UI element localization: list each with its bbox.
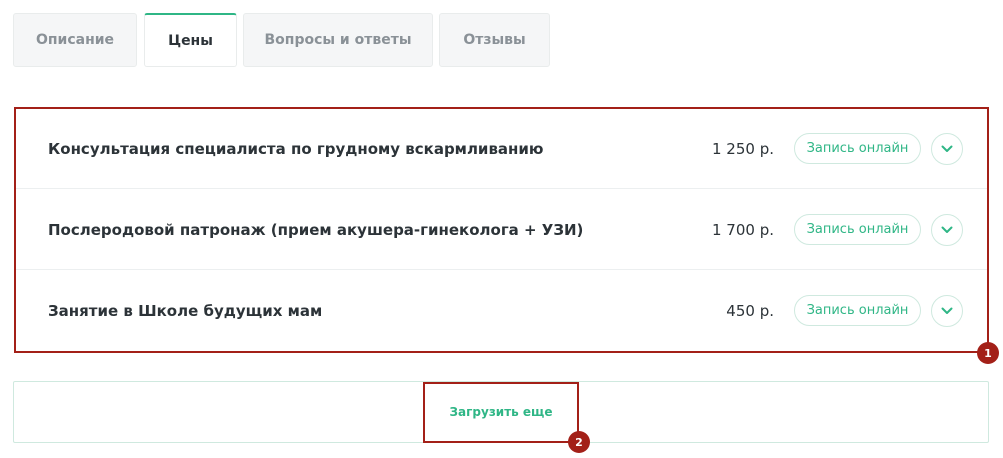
load-more-panel: Загрузить еще [13,381,989,443]
chevron-down-icon [941,145,953,152]
load-more-button[interactable]: Загрузить еще [14,382,988,442]
service-price: 1 250 р. [712,139,774,158]
annotation-badge-1: 1 [977,342,999,364]
tab-description[interactable]: Описание [13,13,137,67]
tab-questions-answers[interactable]: Вопросы и ответы [243,13,433,67]
price-row: Консультация специалиста по грудному вск… [15,108,988,189]
expand-button[interactable] [931,214,963,246]
expand-button[interactable] [931,133,963,165]
tab-reviews[interactable]: Отзывы [439,13,550,67]
service-name: Послеродовой патронаж (прием акушера-гин… [48,220,584,239]
chevron-down-icon [941,226,953,233]
tab-label: Описание [35,32,115,48]
service-price: 450 р. [726,301,774,320]
expand-button[interactable] [931,295,963,327]
tab-label: Отзывы [463,32,526,48]
service-price: 1 700 р. [712,220,774,239]
tab-label: Вопросы и ответы [264,32,412,48]
service-name: Занятие в Школе будущих мам [48,301,323,320]
tab-label: Цены [168,32,213,49]
price-row: Занятие в Школе будущих мам 450 р. Запис… [15,270,988,351]
book-online-button[interactable]: Запись онлайн [794,295,921,326]
service-name: Консультация специалиста по грудному вск… [48,139,544,158]
book-online-button[interactable]: Запись онлайн [794,133,921,164]
tab-prices[interactable]: Цены [144,13,237,67]
price-list: Консультация специалиста по грудному вск… [15,108,988,352]
book-online-button[interactable]: Запись онлайн [794,214,921,245]
price-row: Послеродовой патронаж (прием акушера-гин… [15,189,988,270]
chevron-down-icon [941,307,953,314]
annotation-badge-2: 2 [568,431,590,453]
